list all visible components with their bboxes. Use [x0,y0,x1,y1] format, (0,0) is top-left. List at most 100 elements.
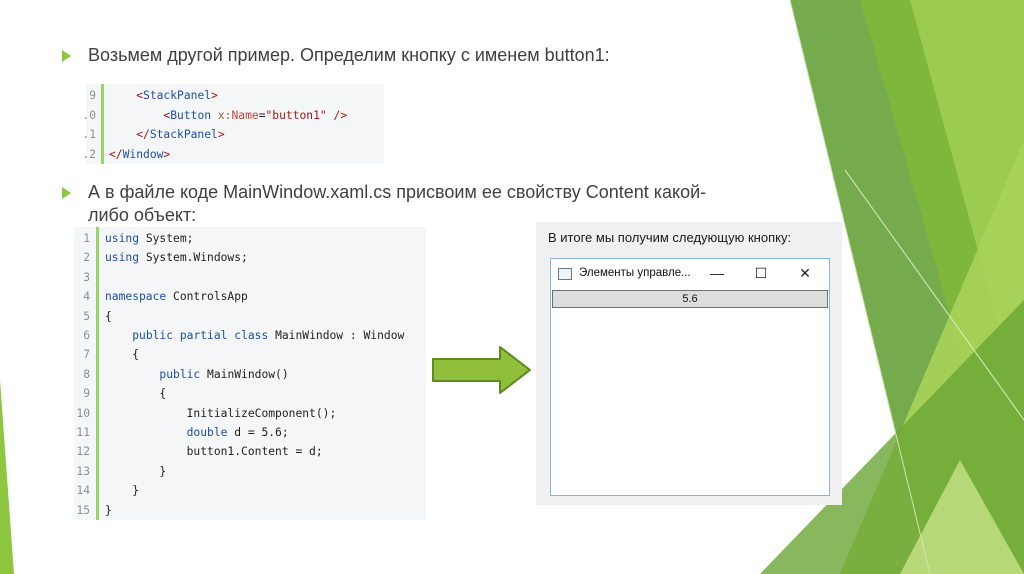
code-token: class [234,329,269,342]
code-token: d = 5.6; [227,426,289,439]
code-token: } [105,503,112,517]
code-token: x [217,108,225,122]
line-number: 12 [76,445,90,459]
code-line: { [105,384,166,403]
line-number: 9 [89,89,96,102]
close-icon: ✕ [799,265,811,281]
code-token: using [105,232,140,245]
code-token: partial [179,329,228,342]
code-token: > [217,128,225,141]
gutter-bar [101,84,104,164]
code-token: ControlsApp [166,290,248,304]
code-token: } [159,464,167,478]
line-number: .1 [82,128,96,141]
code-token: :Name [224,108,259,122]
code-token: using [105,251,140,265]
code-token: > [163,147,171,161]
code-token: < [136,89,144,102]
code-token: { [105,309,112,323]
line-number: .0 [82,108,96,122]
code-token: = [258,108,266,122]
line-number: 10 [76,406,90,420]
line-number: 1 [83,232,90,245]
bullet-text-2-line-1: А в файле коде MainWindow.xaml.cs присво… [88,182,707,202]
line-number: 9 [83,387,90,401]
code-token: Window [122,147,164,161]
line-number: 14 [76,484,90,498]
right-arrow-icon [432,346,531,394]
line-number: 8 [83,367,90,381]
code-token: "button1" [265,108,327,122]
deco-left-sliver [0,380,14,574]
code-token: public [159,367,201,381]
gutter-bar [96,227,99,520]
code-token: Button [170,108,212,122]
code-token: { [132,348,140,362]
code-token: StackPanel [143,89,212,102]
code-line: { [105,345,139,364]
xaml-code-block: 9.0.1.2 <StackPanel> <Button x:Name="but… [82,84,384,165]
code-token: public [132,329,174,342]
line-number: 2 [83,251,90,265]
line-number: 3 [83,270,90,284]
code-line: using System.Windows; [105,248,248,267]
line-number: 7 [83,348,90,362]
code-line: } [105,462,166,481]
line-number: 4 [83,290,90,304]
code-token: System; [139,232,194,245]
code-token: } [132,484,140,498]
code-token: > [211,89,218,102]
code-token: /> [333,108,348,122]
line-number: 13 [76,464,90,478]
code-line: } [105,481,139,500]
line-number: 5 [83,309,90,323]
window-title: Элементы управле... [579,267,691,279]
code-line: } [105,501,112,520]
code-line: public MainWindow() [105,365,289,384]
code-token: { [159,387,167,401]
code-token: </ [136,128,150,141]
maximize-icon: ☐ [754,265,768,281]
code-token: MainWindow() [200,367,289,381]
close-button[interactable]: ✕ [785,261,825,285]
code-line: using System; [105,229,193,248]
bullet-marker-1 [62,50,71,62]
code-line: button1.Content = d; [105,442,323,461]
code-token: namespace [105,290,167,304]
line-number-gutter: 1 2 3 4 5 6 7 8 9 10 11 12 13 14 15 [74,227,90,520]
csharp-code-block: 1 2 3 4 5 6 7 8 9 10 11 12 13 14 15 using System; using… [74,227,426,520]
code-token: System.Windows; [139,251,248,265]
line-number-gutter: 9 .0 .1 .2 [82,84,96,164]
code-line: </Window> [109,145,170,165]
code-line: InitializeComponent(); [105,404,337,423]
minimize-icon: — [710,265,724,281]
code-line: </StackPanel> [109,125,225,145]
result-caption: В итоге мы получим следующую кнопку: [548,230,792,245]
code-token: InitializeComponent(); [186,406,337,420]
code-line: public partial class MainWindow : Window [105,326,404,345]
bullet-text-2: А в файле коде MainWindow.xaml.cs присво… [88,181,706,227]
app-window-icon [558,268,572,280]
line-number: 15 [76,503,90,517]
line-number: .2 [82,147,96,161]
code-token: double [186,426,228,439]
button1[interactable]: 5.6 [552,290,828,308]
code-line: <Button x:Name="button1" /> [109,106,347,126]
code-line: namespace ControlsApp [105,287,248,306]
code-line: <StackPanel> [109,86,218,106]
bullet-marker-2 [62,187,71,199]
window-titlebar[interactable]: Элементы управле... — ☐ ✕ [551,259,829,289]
code-line: double d = 5.6; [105,423,289,442]
bullet-text-1: Возьмем другой пример. Определим кнопку … [88,45,610,65]
code-token: button1.Content = d; [186,445,323,459]
result-panel: В итоге мы получим следующую кнопку: Эле… [536,222,842,505]
code-token: </ [109,147,123,161]
code-line: { [105,307,112,326]
maximize-button[interactable]: ☐ [741,261,781,285]
minimize-button[interactable]: — [697,261,737,285]
code-token: StackPanel [149,128,218,141]
line-number: 6 [83,329,90,342]
